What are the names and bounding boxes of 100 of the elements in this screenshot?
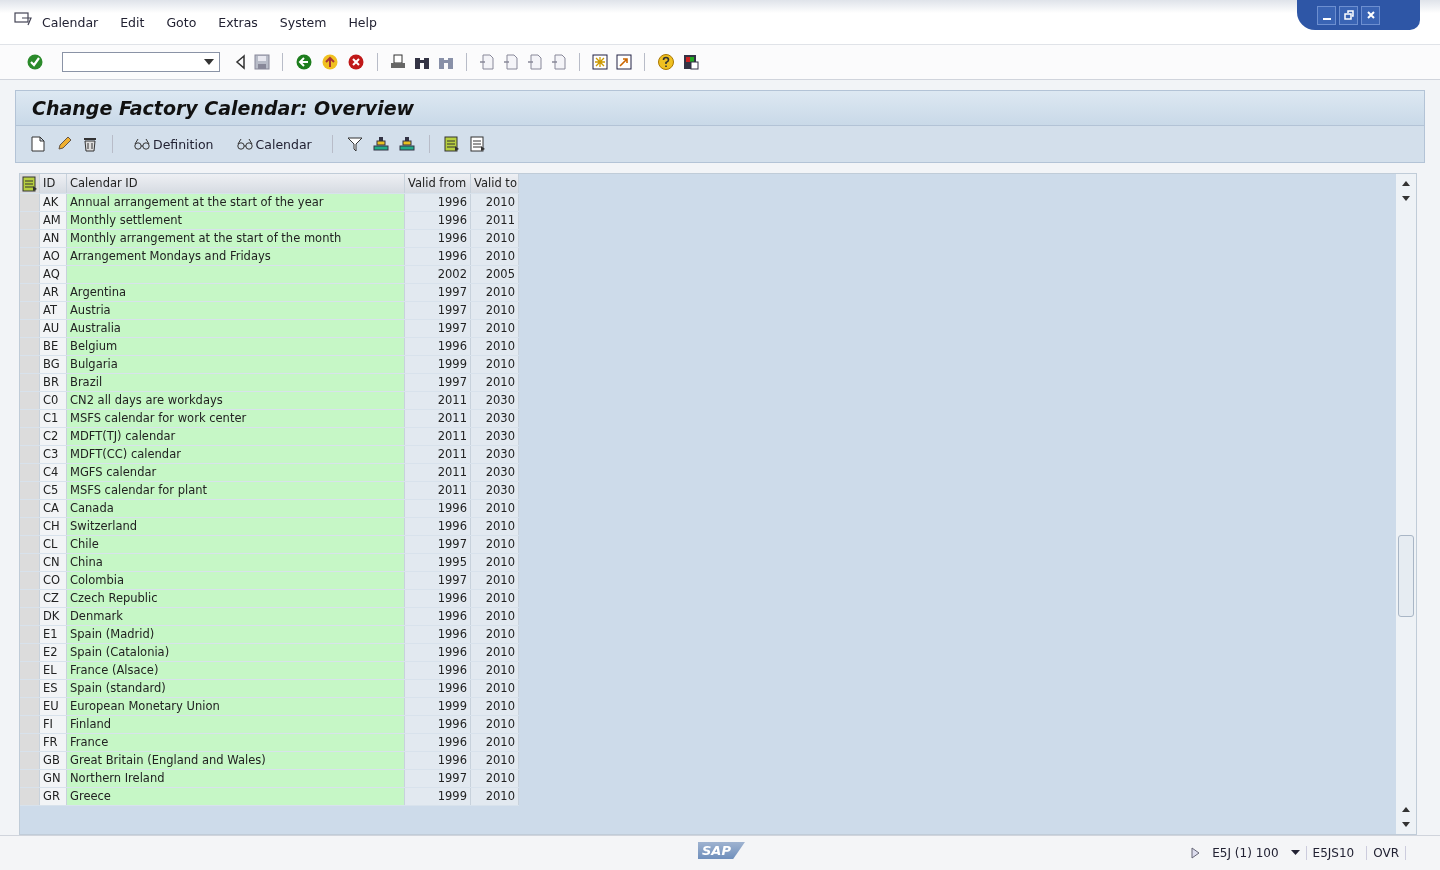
list-layout-icon[interactable] [443, 136, 460, 152]
expand-triangle-icon[interactable] [1190, 847, 1201, 859]
table-cell: C1 [40, 410, 67, 427]
command-field[interactable] [62, 52, 220, 72]
table-cell: MDFT(TJ) calendar [67, 428, 405, 445]
table-cell: Bulgaria [67, 356, 405, 373]
enter-icon[interactable] [26, 53, 44, 71]
table-cell: 2010 [471, 716, 519, 733]
sort-icon[interactable] [398, 136, 415, 152]
scroll-down-icon[interactable] [1401, 821, 1411, 829]
table-cell: CN2 all days are workdays [67, 392, 405, 409]
table-cell: 1995 [405, 554, 471, 571]
list-layout-icon[interactable] [469, 136, 486, 152]
new-document-icon[interactable] [30, 136, 46, 152]
table-cell: Chile [67, 536, 405, 553]
table-cell: 2010 [471, 194, 519, 211]
exit-icon[interactable] [321, 53, 339, 71]
table-cell: 2010 [471, 320, 519, 337]
table-cell: 2010 [471, 554, 519, 571]
scroll-up-icon[interactable] [1401, 805, 1411, 813]
cancel-icon[interactable] [347, 53, 365, 71]
table-cell: 1996 [405, 230, 471, 247]
column-header[interactable]: ID [40, 174, 67, 193]
page-icon[interactable] [527, 54, 543, 70]
close-button[interactable] [1361, 5, 1380, 25]
table-cell: Spain (Catalonia) [67, 644, 405, 661]
scroll-thumb[interactable] [1398, 535, 1414, 617]
table-cell: 1996 [405, 680, 471, 697]
window-icon[interactable] [592, 54, 608, 70]
table-cell: 1997 [405, 770, 471, 787]
table-cell: E2 [40, 644, 67, 661]
save-icon[interactable] [254, 54, 270, 70]
table-cell: Austria [67, 302, 405, 319]
toolbar-button[interactable]: Definition [127, 136, 220, 152]
table-cell: 2010 [471, 536, 519, 553]
table-cell: 2011 [405, 410, 471, 427]
table-cell: 1997 [405, 536, 471, 553]
restore-button[interactable] [1339, 5, 1358, 25]
table-cell: 2010 [471, 248, 519, 265]
close-icon [1364, 9, 1377, 21]
layout-icon[interactable] [683, 54, 699, 70]
sort-icon[interactable] [372, 136, 389, 152]
table-cell: 1996 [405, 716, 471, 733]
dropdown-icon[interactable] [1290, 850, 1300, 856]
table-cell: Arrangement Mondays and Fridays [67, 248, 405, 265]
table-cell: E1 [40, 626, 67, 643]
table-cell: Argentina [67, 284, 405, 301]
table-cell: C3 [40, 446, 67, 463]
trash-icon[interactable] [82, 136, 98, 152]
back-triangle-icon[interactable] [234, 54, 246, 70]
toolbar-button[interactable]: Calendar [229, 136, 318, 152]
screen-title: Change Factory Calendar: Overview [32, 97, 415, 119]
table-cell: C5 [40, 482, 67, 499]
menu-item[interactable]: Goto [166, 14, 197, 30]
table-cell: Northern Ireland [67, 770, 405, 787]
table-cell: 2011 [405, 464, 471, 481]
table-cell: 2010 [471, 374, 519, 391]
table-cell: FR [40, 734, 67, 751]
table-cell: 2010 [471, 788, 519, 805]
dropdown-icon[interactable] [204, 59, 214, 65]
table-cell: MGFS calendar [67, 464, 405, 481]
table-cell: 2010 [471, 680, 519, 697]
table-cell: 1999 [405, 698, 471, 715]
page-icon[interactable] [503, 54, 519, 70]
scroll-up-icon[interactable] [1401, 179, 1411, 187]
table-cell: 1997 [405, 572, 471, 589]
filter-icon[interactable] [346, 136, 363, 152]
menu-item[interactable]: Help [348, 14, 377, 30]
scrollbar[interactable] [1396, 174, 1416, 834]
table-cell: 2010 [471, 644, 519, 661]
table-cell: BG [40, 356, 67, 373]
table-cell: 2030 [471, 446, 519, 463]
table-cell: France [67, 734, 405, 751]
table-cell: Monthly settlement [67, 212, 405, 229]
scroll-down-icon[interactable] [1401, 195, 1411, 203]
menu-icon[interactable] [14, 12, 32, 26]
back-icon[interactable] [295, 53, 313, 71]
pencil-icon[interactable] [56, 136, 72, 152]
page-icon[interactable] [479, 54, 495, 70]
page-icon[interactable] [551, 54, 567, 70]
menu-item[interactable]: Calendar [42, 14, 99, 30]
table-settings-icon[interactable] [21, 175, 38, 192]
table-cell: Greece [67, 788, 405, 805]
table-cell: 1996 [405, 500, 471, 517]
menu-item[interactable]: System [279, 14, 327, 30]
print-icon[interactable] [390, 54, 406, 70]
column-header[interactable]: Calendar ID [67, 174, 405, 193]
menu-item[interactable]: Edit [120, 14, 145, 30]
table-cell: France (Alsace) [67, 662, 405, 679]
minimize-button[interactable] [1317, 5, 1336, 25]
table-cell: 2011 [405, 392, 471, 409]
help-icon[interactable] [657, 53, 675, 71]
column-header[interactable]: Valid to [471, 174, 519, 193]
table-cell: 2010 [471, 284, 519, 301]
shortcut-icon[interactable] [616, 54, 632, 70]
menu-item[interactable]: Extras [218, 14, 258, 30]
column-header[interactable]: Valid from [405, 174, 471, 193]
table-cell: 2010 [471, 770, 519, 787]
table-cell: C0 [40, 392, 67, 409]
table-cell: 1996 [405, 518, 471, 535]
